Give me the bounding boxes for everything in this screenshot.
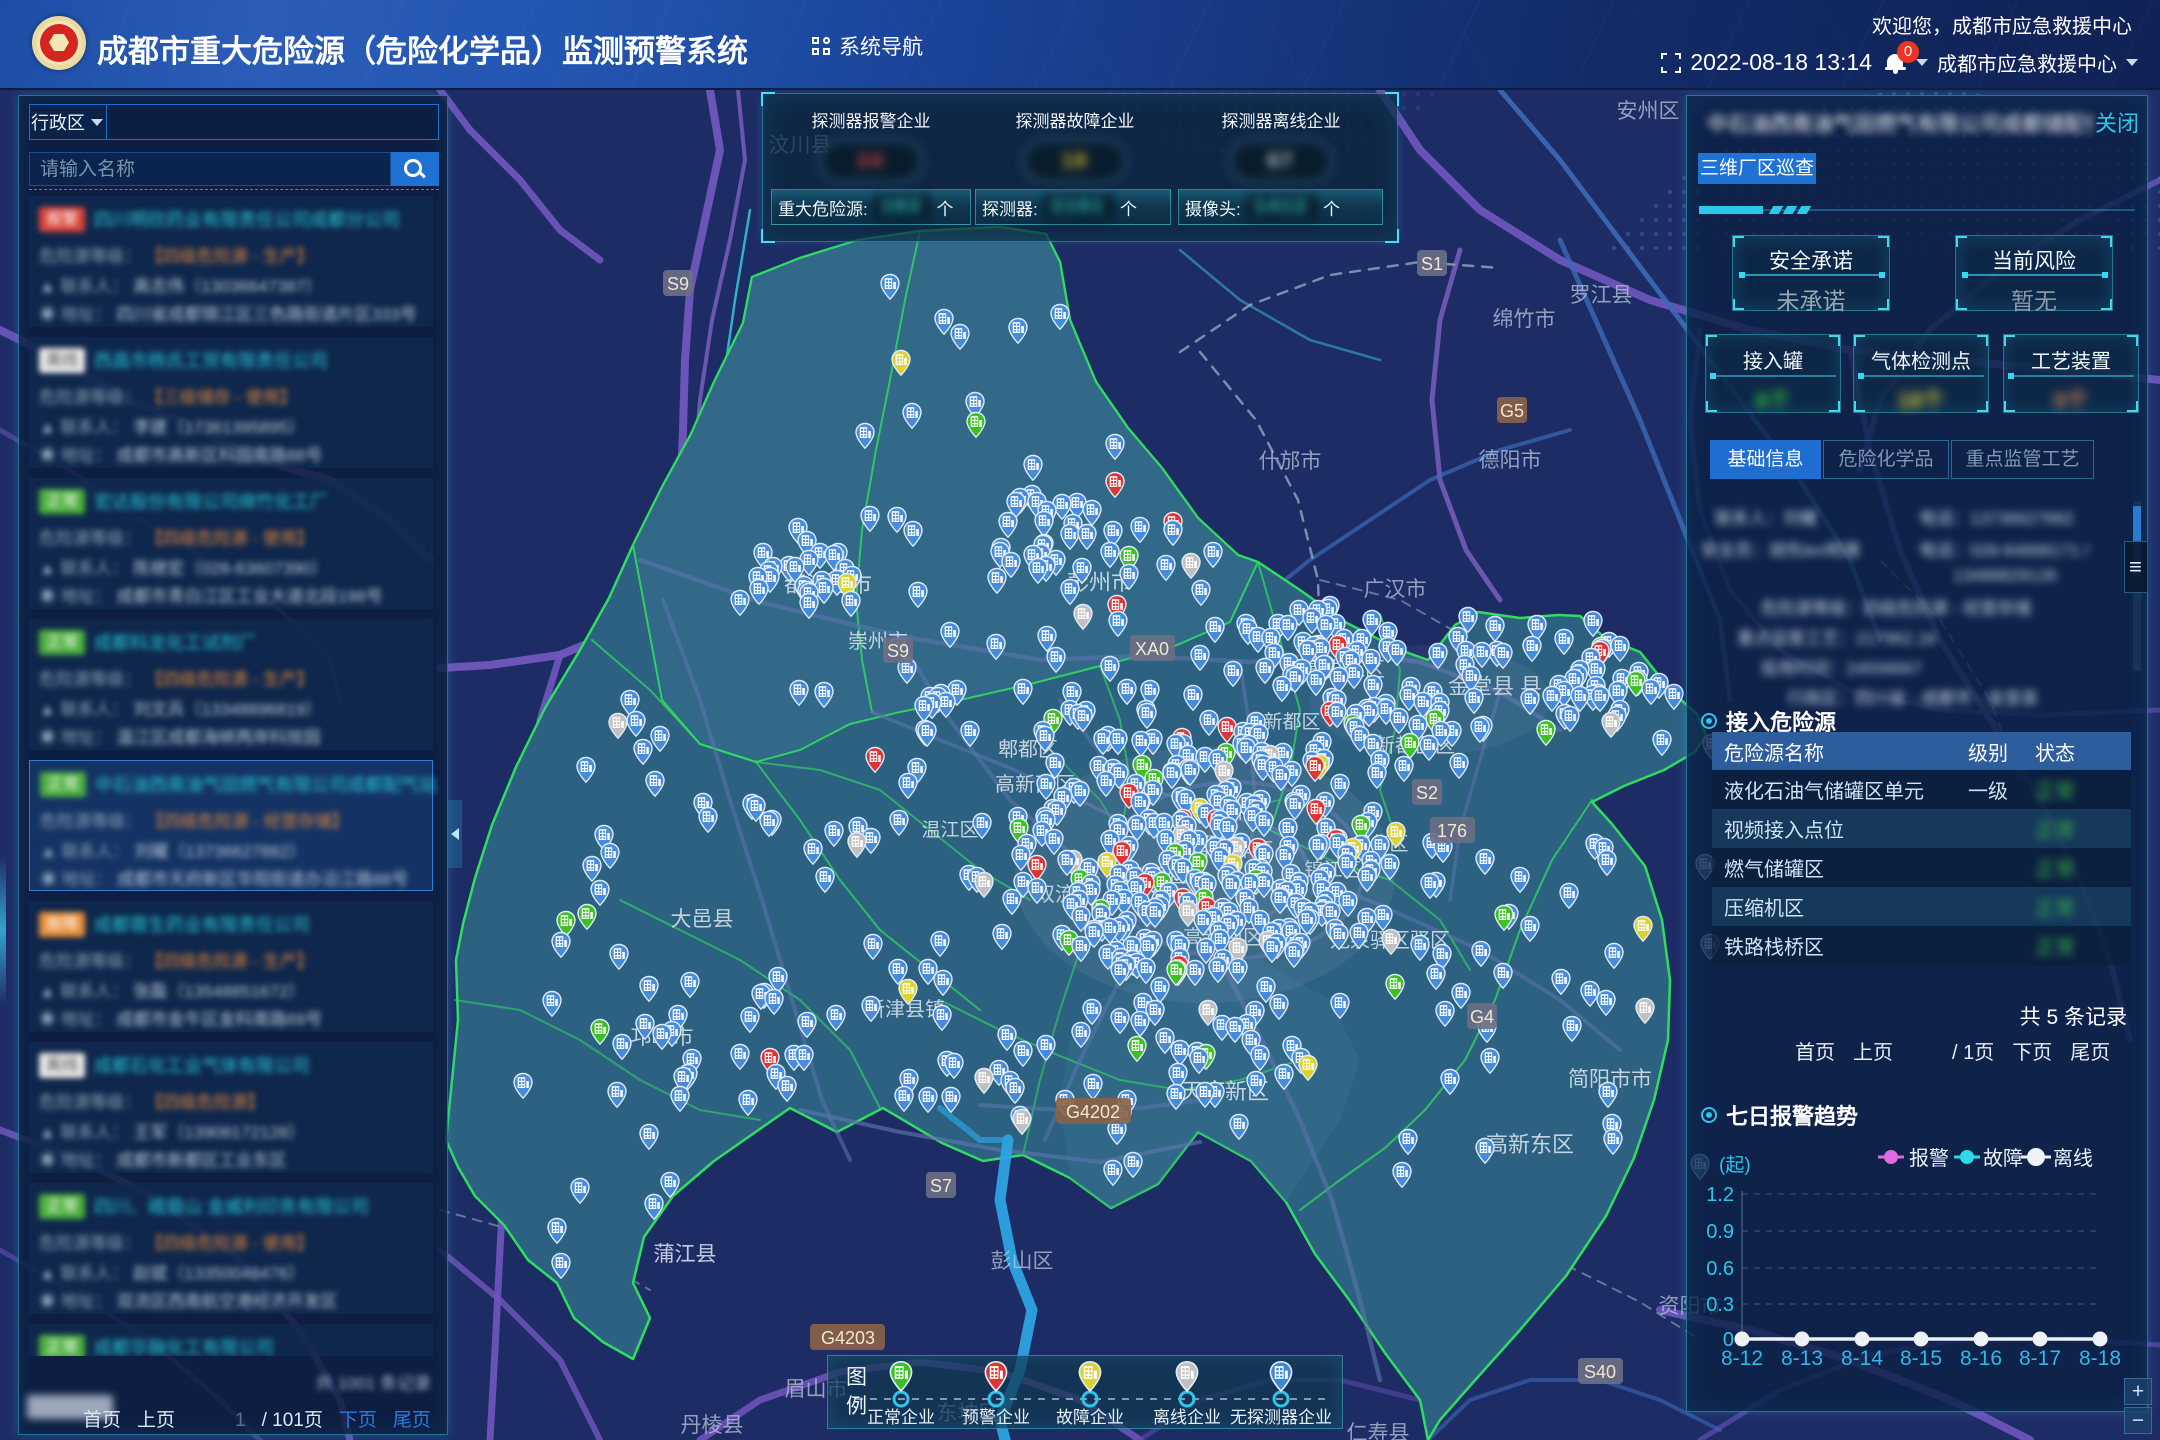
svg-text:丹棱县: 丹棱县 bbox=[681, 1414, 744, 1437]
svg-text:新都区: 新都区 bbox=[1263, 711, 1320, 733]
svg-text:8-17: 8-17 bbox=[2019, 1347, 2061, 1370]
svg-text:8-13: 8-13 bbox=[1781, 1347, 1823, 1370]
svg-text:S9: S9 bbox=[667, 274, 689, 294]
svg-text:S7: S7 bbox=[930, 1176, 952, 1196]
svg-text:德阳市: 德阳市 bbox=[1479, 449, 1542, 472]
svg-text:高新东区: 高新东区 bbox=[1486, 1132, 1574, 1157]
svg-text:8-18: 8-18 bbox=[2079, 1347, 2121, 1370]
svg-text:0.9: 0.9 bbox=[1706, 1221, 1734, 1243]
svg-text:0.3: 0.3 bbox=[1706, 1294, 1734, 1316]
svg-text:8-14: 8-14 bbox=[1841, 1347, 1883, 1370]
svg-text:G4202: G4202 bbox=[1066, 1102, 1120, 1122]
svg-text:8-15: 8-15 bbox=[1900, 1347, 1942, 1370]
svg-text:S40: S40 bbox=[1584, 1362, 1616, 1382]
svg-text:1.2: 1.2 bbox=[1706, 1184, 1734, 1206]
svg-text:彭山区: 彭山区 bbox=[991, 1250, 1054, 1273]
svg-text:G5: G5 bbox=[1500, 401, 1524, 421]
svg-text:G4: G4 bbox=[1470, 1007, 1494, 1027]
svg-text:故障: 故障 bbox=[1983, 1147, 2023, 1170]
svg-text:S2: S2 bbox=[1416, 783, 1438, 803]
svg-text:XA0: XA0 bbox=[1135, 639, 1169, 659]
svg-text:大邑县: 大邑县 bbox=[671, 908, 734, 931]
svg-text:(起): (起) bbox=[1719, 1154, 1751, 1176]
svg-text:S9: S9 bbox=[887, 641, 909, 661]
svg-text:温江区: 温江区 bbox=[921, 819, 978, 841]
svg-text:绵竹市: 绵竹市 bbox=[1493, 308, 1556, 331]
svg-text:什邡市: 什邡市 bbox=[1259, 450, 1322, 473]
svg-text:仁寿县: 仁寿县 bbox=[1347, 1422, 1410, 1440]
svg-text:离线: 离线 bbox=[2053, 1147, 2093, 1170]
svg-text:0.6: 0.6 bbox=[1706, 1258, 1734, 1280]
svg-text:S1: S1 bbox=[1421, 254, 1443, 274]
svg-text:广汉市: 广汉市 bbox=[1364, 578, 1427, 601]
svg-text:安州区: 安州区 bbox=[1617, 100, 1680, 123]
svg-text:蒲江县: 蒲江县 bbox=[654, 1243, 717, 1266]
svg-text:报警: 报警 bbox=[1909, 1147, 1949, 1170]
svg-text:罗江县: 罗江县 bbox=[1570, 284, 1633, 307]
svg-text:176: 176 bbox=[1437, 821, 1467, 841]
svg-text:8-12: 8-12 bbox=[1721, 1347, 1763, 1370]
svg-text:G4203: G4203 bbox=[821, 1328, 875, 1348]
svg-text:8-16: 8-16 bbox=[1960, 1347, 2002, 1370]
